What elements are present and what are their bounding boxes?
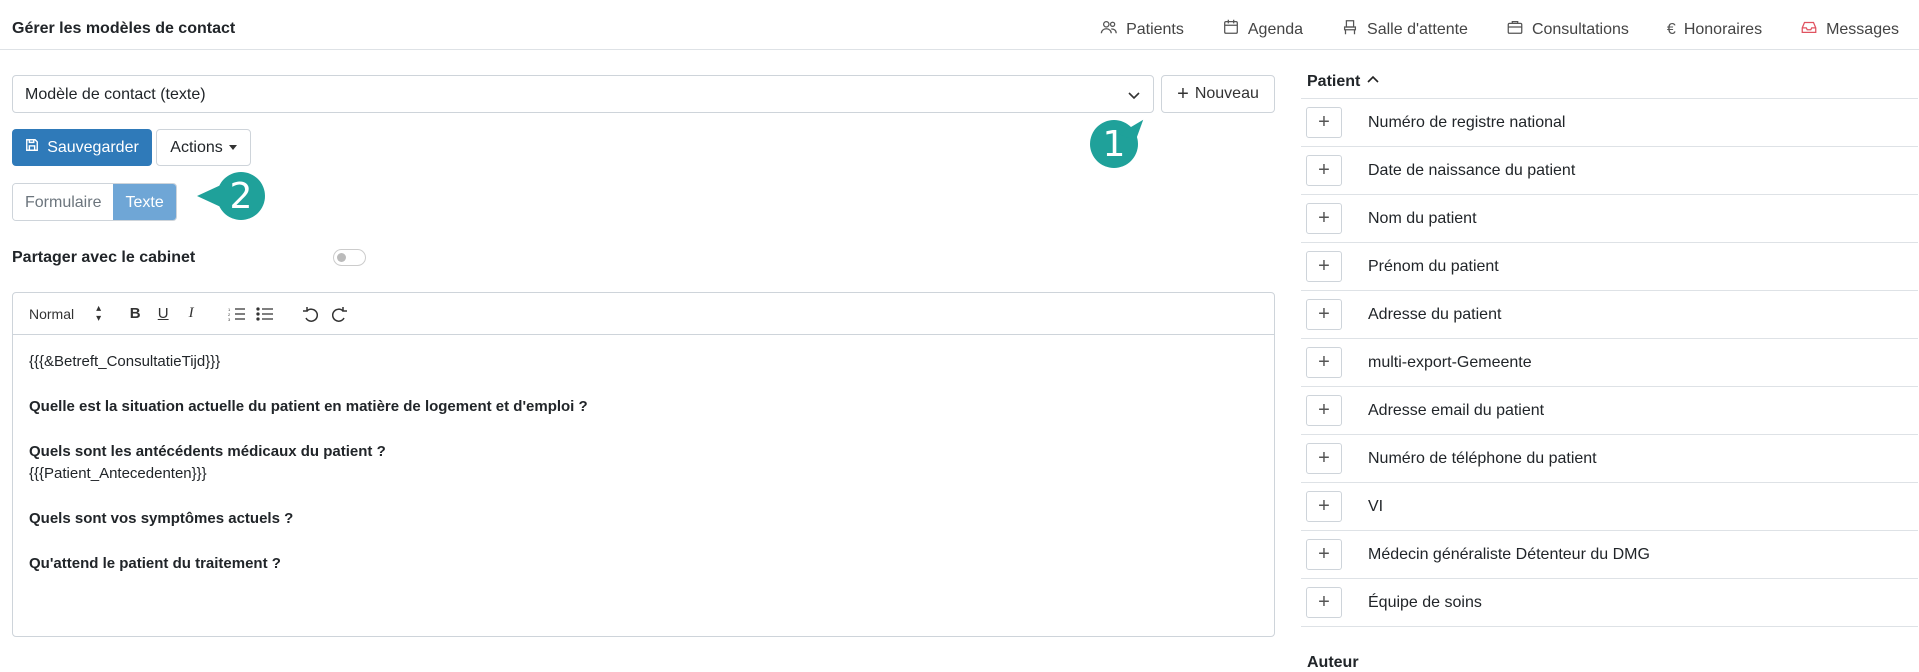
tutorial-badge-1: 1	[1090, 120, 1138, 168]
insert-field-button[interactable]: +	[1306, 347, 1342, 378]
redo-icon[interactable]	[327, 302, 351, 326]
view-toggle: Formulaire Texte	[12, 183, 177, 221]
field-row: + Adresse email du patient	[1301, 387, 1918, 435]
calendar-icon	[1222, 18, 1240, 41]
field-row: + Adresse du patient	[1301, 291, 1918, 339]
patient-section-header[interactable]: Patient	[1301, 66, 1918, 99]
briefcase-icon	[1506, 18, 1524, 41]
insert-field-button[interactable]: +	[1306, 443, 1342, 474]
placeholder-line: {{{Patient_Antecedenten}}}	[29, 465, 207, 482]
main-nav: Patients Agenda Salle d'attente Consulta…	[1100, 18, 1899, 41]
chair-icon	[1341, 18, 1359, 41]
insert-field-button[interactable]: +	[1306, 299, 1342, 330]
field-row: + VI	[1301, 483, 1918, 531]
euro-icon: €	[1666, 20, 1676, 38]
actions-label: Actions	[170, 138, 223, 156]
chevron-up-icon	[1366, 73, 1380, 92]
bullet-list-icon[interactable]	[253, 302, 277, 326]
nav-label: Honoraires	[1683, 20, 1763, 38]
insert-field-button[interactable]: +	[1306, 155, 1342, 186]
insert-field-button[interactable]: +	[1306, 491, 1342, 522]
field-label: Équipe de soins	[1368, 593, 1482, 611]
field-label: Prénom du patient	[1368, 257, 1499, 275]
question-line: Quels sont les antécédents médicaux du p…	[29, 443, 386, 460]
save-label: Sauvegarder	[47, 138, 139, 156]
actions-dropdown-button[interactable]: Actions	[156, 129, 251, 166]
save-button[interactable]: Sauvegarder	[12, 129, 152, 166]
section-title: Patient	[1307, 73, 1361, 90]
template-select-value: Modèle de contact (texte)	[25, 86, 206, 103]
nav-patients[interactable]: Patients	[1100, 18, 1184, 41]
bold-icon[interactable]: B	[123, 302, 147, 326]
sort-arrows-icon: ▴ ▾	[96, 302, 102, 324]
nav-fees[interactable]: € Honoraires	[1667, 18, 1762, 41]
question-line: Quelle est la situation actuelle du pati…	[29, 398, 588, 415]
insert-field-button[interactable]: +	[1306, 251, 1342, 282]
page-title: Gérer les modèles de contact	[12, 20, 236, 37]
rich-text-editor: Normal ▴ ▾ B U I 123 {{{&Betreft_Consulta…	[12, 292, 1275, 637]
view-form-option[interactable]: Formulaire	[13, 184, 114, 220]
nav-consultations[interactable]: Consultations	[1506, 18, 1629, 41]
insert-field-button[interactable]: +	[1306, 539, 1342, 570]
format-select-value: Normal	[29, 305, 75, 322]
nav-messages[interactable]: Messages	[1800, 18, 1899, 41]
plus-icon: +	[1177, 83, 1189, 105]
undo-icon[interactable]	[299, 302, 323, 326]
question-line: Quels sont vos symptômes actuels ?	[29, 510, 294, 527]
field-label: Médecin généraliste Détenteur du DMG	[1368, 545, 1650, 563]
new-label: Nouveau	[1194, 85, 1259, 102]
field-label: multi-export-Gemeente	[1368, 353, 1532, 371]
caret-down-icon	[228, 145, 237, 150]
placeholder-line: {{{&Betreft_ConsultatieTijd}}}	[29, 353, 221, 370]
share-label: Partager avec le cabinet	[12, 249, 196, 266]
editor-toolbar: Normal ▴ ▾ B U I 123	[13, 293, 1274, 335]
insert-field-button[interactable]: +	[1306, 107, 1342, 138]
share-switch[interactable]	[333, 249, 366, 266]
tutorial-badge-2: 2	[197, 172, 265, 220]
chevron-down-icon	[1127, 88, 1141, 102]
field-label: Adresse du patient	[1368, 305, 1502, 323]
field-row: + Nom du patient	[1301, 195, 1918, 243]
author-section-header[interactable]: Auteur	[1307, 654, 1359, 672]
view-text-option[interactable]: Texte	[113, 184, 176, 220]
nav-label: Messages	[1826, 20, 1899, 38]
nav-label: Agenda	[1247, 20, 1304, 38]
users-icon	[1100, 18, 1118, 41]
question-line: Qu'attend le patient du traitement ?	[29, 555, 281, 572]
insert-field-button[interactable]: +	[1306, 203, 1342, 234]
field-label: Numéro de registre national	[1368, 113, 1566, 131]
template-select[interactable]: Modèle de contact (texte)	[12, 75, 1154, 113]
field-row: + Numéro de registre national	[1301, 99, 1918, 147]
nav-label: Salle d'attente	[1367, 20, 1468, 38]
top-bar: Gérer les modèles de contact Patients Ag…	[0, 0, 1919, 50]
field-row: + Numéro de téléphone du patient	[1301, 435, 1918, 483]
field-label: Numéro de téléphone du patient	[1368, 449, 1597, 467]
field-row: + Médecin généraliste Détenteur du DMG	[1301, 531, 1918, 579]
field-row: + multi-export-Gemeente	[1301, 339, 1918, 387]
nav-waiting-room[interactable]: Salle d'attente	[1341, 18, 1468, 41]
svg-text:3: 3	[228, 317, 231, 321]
field-label: VI	[1368, 497, 1384, 515]
new-template-button[interactable]: + Nouveau	[1161, 75, 1275, 113]
underline-icon[interactable]: U	[151, 302, 175, 326]
field-label: Nom du patient	[1368, 209, 1477, 227]
field-row: + Équipe de soins	[1301, 579, 1918, 627]
inbox-icon	[1800, 18, 1818, 41]
nav-agenda[interactable]: Agenda	[1222, 18, 1303, 41]
fields-panel: Patient + Numéro de registre national + Dat…	[1301, 66, 1918, 627]
nav-label: Consultations	[1531, 20, 1629, 38]
italic-icon[interactable]: I	[179, 302, 203, 326]
insert-field-button[interactable]: +	[1306, 587, 1342, 618]
field-label: Adresse email du patient	[1368, 401, 1545, 419]
nav-label: Patients	[1126, 20, 1184, 38]
floppy-disk-icon	[25, 138, 39, 157]
insert-field-button[interactable]: +	[1306, 395, 1342, 426]
field-row: + Prénom du patient	[1301, 243, 1918, 291]
format-select[interactable]: Normal ▴ ▾	[29, 302, 102, 324]
ordered-list-icon[interactable]: 123	[225, 302, 249, 326]
field-label: Date de naissance du patient	[1368, 161, 1576, 179]
editor-content[interactable]: {{{&Betreft_ConsultatieTijd}}} Quelle es…	[13, 335, 1274, 591]
field-row: + Date de naissance du patient	[1301, 147, 1918, 195]
